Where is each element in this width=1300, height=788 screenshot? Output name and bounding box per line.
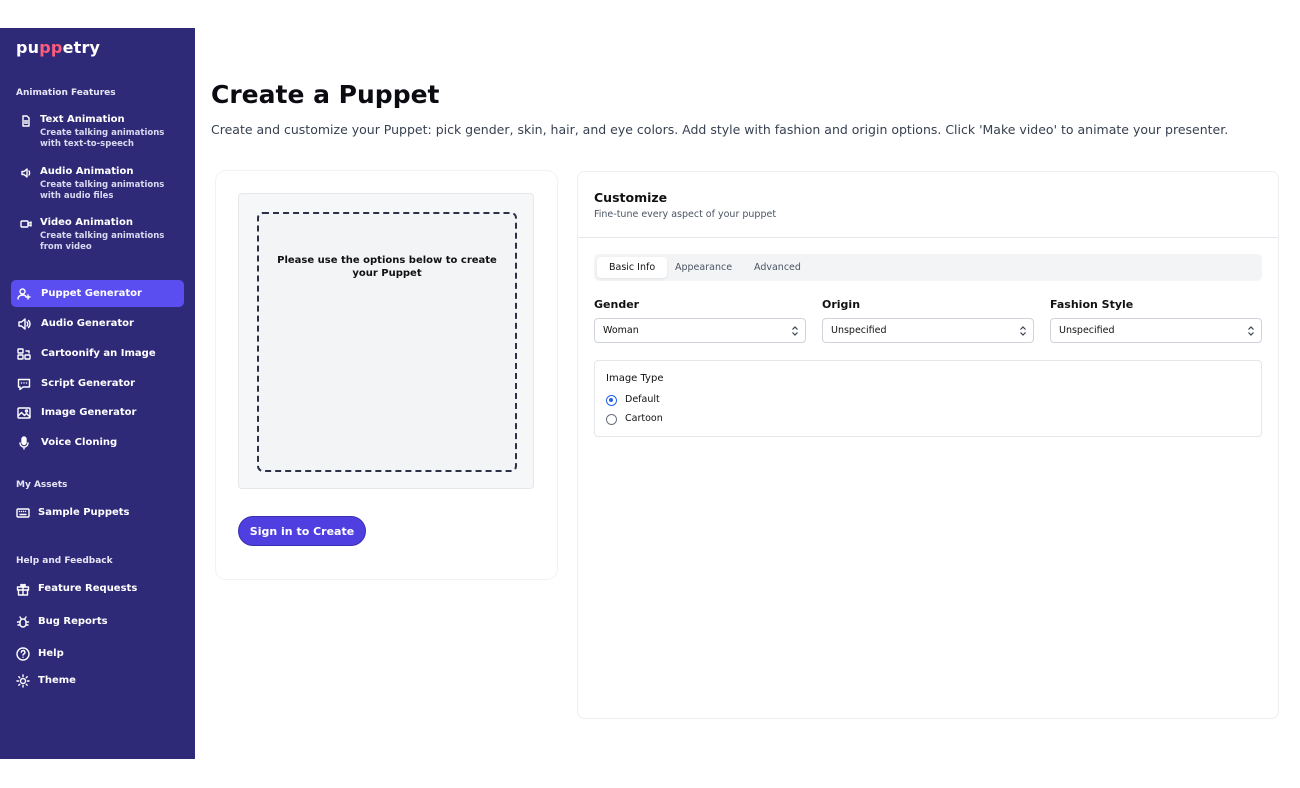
customize-title: Customize <box>594 190 668 205</box>
image-swap-icon <box>17 348 31 360</box>
tab-appearance[interactable]: Appearance <box>663 257 744 278</box>
feature-title: Audio Animation <box>40 166 134 177</box>
origin-value: Unspecified <box>831 325 887 336</box>
logo-text-suffix: etry <box>62 38 101 57</box>
feature-title: Text Animation <box>40 114 125 125</box>
fashion-style-label: Fashion Style <box>1050 298 1134 311</box>
video-icon <box>20 220 32 228</box>
customize-tabs: Basic Info Appearance Advanced <box>594 254 1262 281</box>
sidebar: puppetry Animation Features Text Animati… <box>0 28 195 759</box>
sidebar-item-label: Theme <box>38 675 76 686</box>
radio-default[interactable] <box>606 395 617 406</box>
sidebar-item-audio-generator[interactable]: Audio Generator <box>11 310 184 337</box>
puppet-preview-placeholder: Please use the options below to create y… <box>257 212 517 472</box>
feature-desc: Create talking animations with audio fil… <box>40 180 165 201</box>
sidebar-item-label: Feature Requests <box>38 583 138 594</box>
sidebar-item-label: Bug Reports <box>38 616 108 627</box>
sidebar-item-label: Cartoonify an Image <box>41 348 156 359</box>
gift-icon <box>16 583 30 596</box>
feature-desc: Create talking animations with text-to-s… <box>40 128 165 149</box>
sidebar-item-bug-reports[interactable]: Bug Reports <box>11 608 184 635</box>
placeholder-message: Please use the options below to create y… <box>277 255 497 279</box>
page-description: Create and customize your Puppet: pick g… <box>211 122 1229 137</box>
document-icon <box>22 115 30 127</box>
preview-frame: Please use the options below to create y… <box>238 193 534 489</box>
speaker-icon <box>21 168 31 178</box>
page-title: Create a Puppet <box>211 80 440 109</box>
sidebar-item-script-generator[interactable]: Script Generator <box>11 370 184 397</box>
customize-card: Customize Fine-tune every aspect of your… <box>577 171 1279 719</box>
keyboard-icon <box>16 508 30 518</box>
sidebar-item-label: Image Generator <box>41 407 137 418</box>
sun-icon <box>16 674 30 688</box>
sidebar-item-label: Help <box>38 648 64 659</box>
tab-basic-info[interactable]: Basic Info <box>597 257 668 278</box>
radio-cartoon-label[interactable]: Cartoon <box>625 413 663 424</box>
fashion-style-select[interactable]: Unspecified <box>1050 318 1262 343</box>
preview-card: Please use the options below to create y… <box>216 171 557 579</box>
section-label-animation-features: Animation Features <box>16 88 116 98</box>
sidebar-item-theme[interactable]: Theme <box>11 667 184 694</box>
origin-select[interactable]: Unspecified <box>822 318 1034 343</box>
sidebar-item-sample-puppets[interactable]: Sample Puppets <box>11 499 184 526</box>
customize-header: Customize Fine-tune every aspect of your… <box>578 172 1278 238</box>
gender-label: Gender <box>594 298 640 311</box>
sidebar-item-puppet-generator[interactable]: Puppet Generator <box>11 280 184 307</box>
sidebar-item-image-generator[interactable]: Image Generator <box>11 399 184 426</box>
sidebar-item-label: Sample Puppets <box>38 507 130 518</box>
sidebar-item-feature-requests[interactable]: Feature Requests <box>11 575 184 602</box>
sidebar-item-help[interactable]: Help <box>11 640 184 667</box>
user-plus-icon <box>17 288 31 300</box>
sidebar-item-label: Voice Cloning <box>41 437 118 448</box>
microphone-icon <box>19 436 29 450</box>
sidebar-item-label: Puppet Generator <box>41 288 142 299</box>
image-icon <box>17 407 31 419</box>
gender-select[interactable]: Woman <box>594 318 806 343</box>
image-type-group: Image Type Default Cartoon <box>594 360 1262 437</box>
radio-default-label[interactable]: Default <box>625 394 660 405</box>
logo-text-prefix: pu <box>16 38 40 57</box>
tab-advanced[interactable]: Advanced <box>742 257 813 278</box>
puppetry-logo[interactable]: puppetry <box>16 38 100 57</box>
sidebar-item-cartoonify[interactable]: Cartoonify an Image <box>11 340 184 367</box>
radio-cartoon[interactable] <box>606 414 617 425</box>
chevron-up-down-icon <box>1020 326 1026 336</box>
speaker-icon <box>18 318 31 330</box>
sidebar-item-voice-cloning[interactable]: Voice Cloning <box>11 429 184 456</box>
bug-icon <box>16 616 30 628</box>
fashion-style-value: Unspecified <box>1059 325 1115 336</box>
sidebar-item-label: Audio Generator <box>41 318 134 329</box>
section-label-help: Help and Feedback <box>16 556 113 566</box>
origin-label: Origin <box>822 298 861 311</box>
chevron-up-down-icon <box>1248 326 1254 336</box>
image-type-label: Image Type <box>606 373 664 384</box>
gender-value: Woman <box>603 325 639 336</box>
section-label-my-assets: My Assets <box>16 480 68 490</box>
chevron-up-down-icon <box>792 326 798 336</box>
logo-text-mid: pp <box>39 38 63 57</box>
chat-icon <box>17 378 31 391</box>
customize-subtitle: Fine-tune every aspect of your puppet <box>594 209 777 220</box>
sidebar-item-label: Script Generator <box>41 378 136 389</box>
feature-desc: Create talking animations from video <box>40 231 165 252</box>
app-root: puppetry Animation Features Text Animati… <box>0 0 1300 788</box>
question-icon <box>16 647 30 661</box>
sign-in-to-create-button[interactable]: Sign in to Create <box>238 516 366 546</box>
feature-title: Video Animation <box>40 217 133 228</box>
